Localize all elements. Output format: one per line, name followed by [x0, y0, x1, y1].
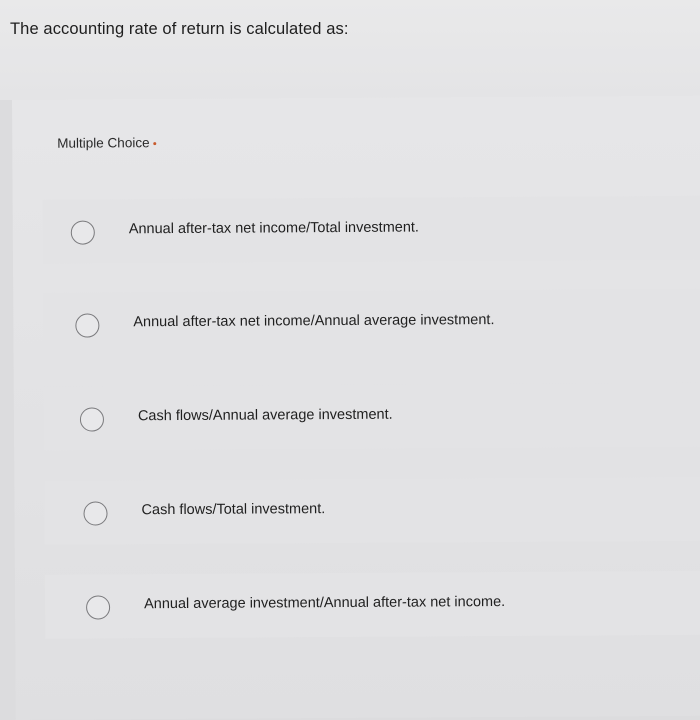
answer-option-1[interactable]: Annual after-tax net income/Total invest… [42, 195, 700, 264]
radio-button-icon[interactable] [75, 313, 100, 338]
multiple-choice-panel: Multiple Choice Annual after-tax net inc… [12, 95, 700, 720]
answer-option-3[interactable]: Cash flows/Annual average investment. [43, 382, 700, 451]
answer-option-label: Annual after-tax net income/Total invest… [128, 219, 419, 238]
answer-option-label: Cash flows/Total investment. [141, 501, 326, 519]
answer-option-2[interactable]: Annual after-tax net income/Annual avera… [43, 288, 700, 357]
required-dot-icon [153, 142, 157, 146]
radio-button-icon[interactable] [70, 220, 95, 245]
answer-option-5[interactable]: Annual average investment/Annual after-t… [44, 570, 700, 639]
answer-option-label: Annual average investment/Annual after-t… [144, 593, 506, 613]
multiple-choice-label: Multiple Choice [57, 135, 157, 151]
question-text: The accounting rate of return is calcula… [10, 20, 349, 38]
answer-option-label: Annual after-tax net income/Annual avera… [133, 312, 495, 331]
multiple-choice-label-text: Multiple Choice [57, 135, 150, 151]
radio-button-icon[interactable] [86, 595, 111, 620]
radio-button-icon[interactable] [79, 407, 105, 432]
radio-button-icon[interactable] [83, 501, 108, 526]
answer-option-4[interactable]: Cash flows/Total investment. [44, 476, 700, 545]
answer-option-label: Cash flows/Annual average investment. [137, 406, 393, 425]
question-area: The accounting rate of return is calcula… [0, 0, 700, 100]
